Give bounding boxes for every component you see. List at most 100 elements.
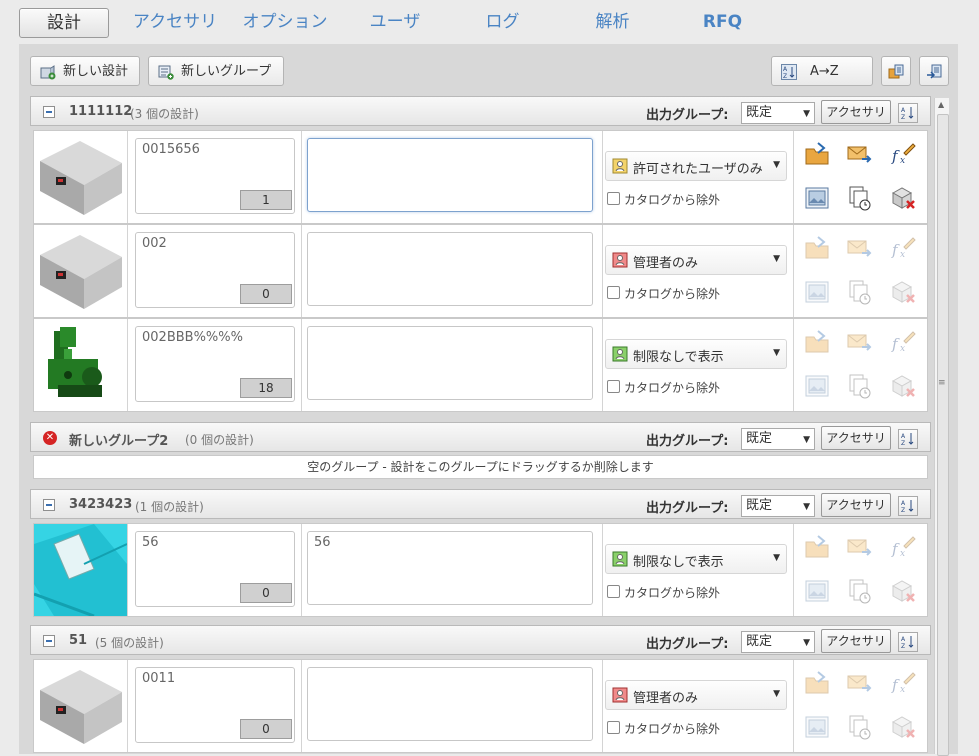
image-icon[interactable] [804,373,830,399]
design-name-field[interactable]: 002 0 [135,232,295,308]
svg-text:f: f [891,147,900,165]
tab-design[interactable]: 設計 [19,8,109,38]
collapse-icon[interactable] [43,106,55,118]
formula-icon[interactable]: fx [890,235,916,261]
tab-analysis[interactable]: 解析 [585,8,640,36]
output-group-label: 出力グループ: [646,637,729,652]
exclude-catalog-checkbox[interactable]: カタログから除外 [607,584,720,601]
group-sort-button[interactable]: AZ [898,429,918,449]
tab-accessories[interactable]: アクセサリ [125,8,225,36]
formula-icon[interactable]: fx [890,141,916,167]
chevron-down-icon: ▼ [773,160,780,170]
delete-design-icon[interactable] [890,373,916,399]
tab-users[interactable]: ユーザ [360,8,430,36]
send-mail-icon[interactable] [846,670,872,696]
design-name-field[interactable]: 002BBB%%%% 18 [135,326,295,402]
open-folder-icon[interactable] [804,329,830,355]
design-thumbnail[interactable] [34,660,128,752]
tab-log[interactable]: ログ [475,8,530,36]
new-design-icon [40,65,56,80]
open-folder-icon[interactable] [804,235,830,261]
image-icon[interactable] [804,714,830,740]
group-sort-button[interactable]: AZ [898,496,918,516]
image-icon[interactable] [804,279,830,305]
design-description-input[interactable]: 56 [307,531,593,605]
new-design-button[interactable]: 新しい設計 [30,56,140,86]
group-header: ✕ 新しいグループ2 (0 個の設計) 出力グループ: 既定 ▼ アクセサリ AZ [30,422,931,452]
remove-group-icon[interactable]: ✕ [43,431,57,445]
accessory-button[interactable]: アクセサリ [821,426,891,450]
send-mail-icon[interactable] [846,141,872,167]
sort-az-button[interactable]: AZ A→Z [771,56,873,86]
design-thumbnail[interactable] [34,524,128,616]
svg-text:f: f [891,241,900,259]
delete-design-icon[interactable] [890,578,916,604]
copy-history-icon[interactable] [846,373,872,399]
group-name: 3423423 [69,497,133,512]
collapse-icon[interactable] [43,499,55,511]
open-folder-icon[interactable] [804,670,830,696]
sort-icon: AZ [901,500,914,514]
visibility-select[interactable]: 管理者のみ ▼ [605,245,787,275]
output-group-select[interactable]: 既定 ▼ [741,495,815,517]
new-group-button[interactable]: 新しいグループ [148,56,284,86]
svg-text:x: x [900,156,905,166]
copy-history-icon[interactable] [846,279,872,305]
exclude-catalog-checkbox[interactable]: カタログから除外 [607,379,720,396]
design-name-field[interactable]: 0015656 1 [135,138,295,214]
design-description-input[interactable] [307,138,593,212]
exclude-catalog-checkbox[interactable]: カタログから除外 [607,285,720,302]
delete-design-icon[interactable] [890,279,916,305]
send-mail-icon[interactable] [846,235,872,261]
design-description-input[interactable] [307,232,593,306]
exclude-catalog-checkbox[interactable]: カタログから除外 [607,191,720,208]
open-folder-icon[interactable] [804,534,830,560]
formula-icon[interactable]: fx [890,670,916,696]
design-thumbnail[interactable] [34,225,128,317]
copy-history-icon[interactable] [846,714,872,740]
svg-text:Z: Z [901,440,905,447]
visibility-select[interactable]: 管理者のみ ▼ [605,680,787,710]
visibility-select[interactable]: 制限なしで表示 ▼ [605,339,787,369]
visibility-select[interactable]: 制限なしで表示 ▼ [605,544,787,574]
scroll-up-icon[interactable]: ▲ [938,100,944,109]
svg-text:x: x [900,250,905,260]
output-group-select[interactable]: 既定 ▼ [741,631,815,653]
design-description-input[interactable] [307,326,593,400]
copy-history-icon[interactable] [846,185,872,211]
tab-rfq[interactable]: RFQ [695,8,750,36]
output-group-select[interactable]: 既定 ▼ [741,102,815,124]
copy-history-icon[interactable] [846,578,872,604]
group-name: 51 [69,633,88,648]
design-thumbnail[interactable] [34,131,128,223]
delete-design-icon[interactable] [890,185,916,211]
accessory-button[interactable]: アクセサリ [821,629,891,653]
image-icon[interactable] [804,185,830,211]
tab-options[interactable]: オプション [240,8,330,36]
import-button[interactable] [919,56,949,86]
accessory-button[interactable]: アクセサリ [821,493,891,517]
delete-design-icon[interactable] [890,714,916,740]
vertical-scrollbar[interactable]: ▲ ≡ [934,98,949,756]
design-row: 0011 0 管理者のみ ▼ カタログから除外 fx [33,659,928,753]
image-icon[interactable] [804,578,830,604]
design-description-input[interactable] [307,667,593,741]
open-folder-icon[interactable] [804,141,830,167]
scrollbar-thumb[interactable] [937,114,949,756]
svg-text:Z: Z [901,507,905,514]
formula-icon[interactable]: fx [890,534,916,560]
accessory-button[interactable]: アクセサリ [821,100,891,124]
output-group-select[interactable]: 既定 ▼ [741,428,815,450]
exclude-catalog-checkbox[interactable]: カタログから除外 [607,720,720,737]
send-mail-icon[interactable] [846,534,872,560]
design-thumbnail[interactable] [34,319,128,411]
send-mail-icon[interactable] [846,329,872,355]
formula-icon[interactable]: fx [890,329,916,355]
export-button[interactable] [881,56,911,86]
group-sort-button[interactable]: AZ [898,103,918,123]
design-name-field[interactable]: 56 0 [135,531,295,607]
group-sort-button[interactable]: AZ [898,632,918,652]
visibility-select[interactable]: 許可されたユーザのみ ▼ [605,151,787,181]
design-name-field[interactable]: 0011 0 [135,667,295,743]
collapse-icon[interactable] [43,635,55,647]
